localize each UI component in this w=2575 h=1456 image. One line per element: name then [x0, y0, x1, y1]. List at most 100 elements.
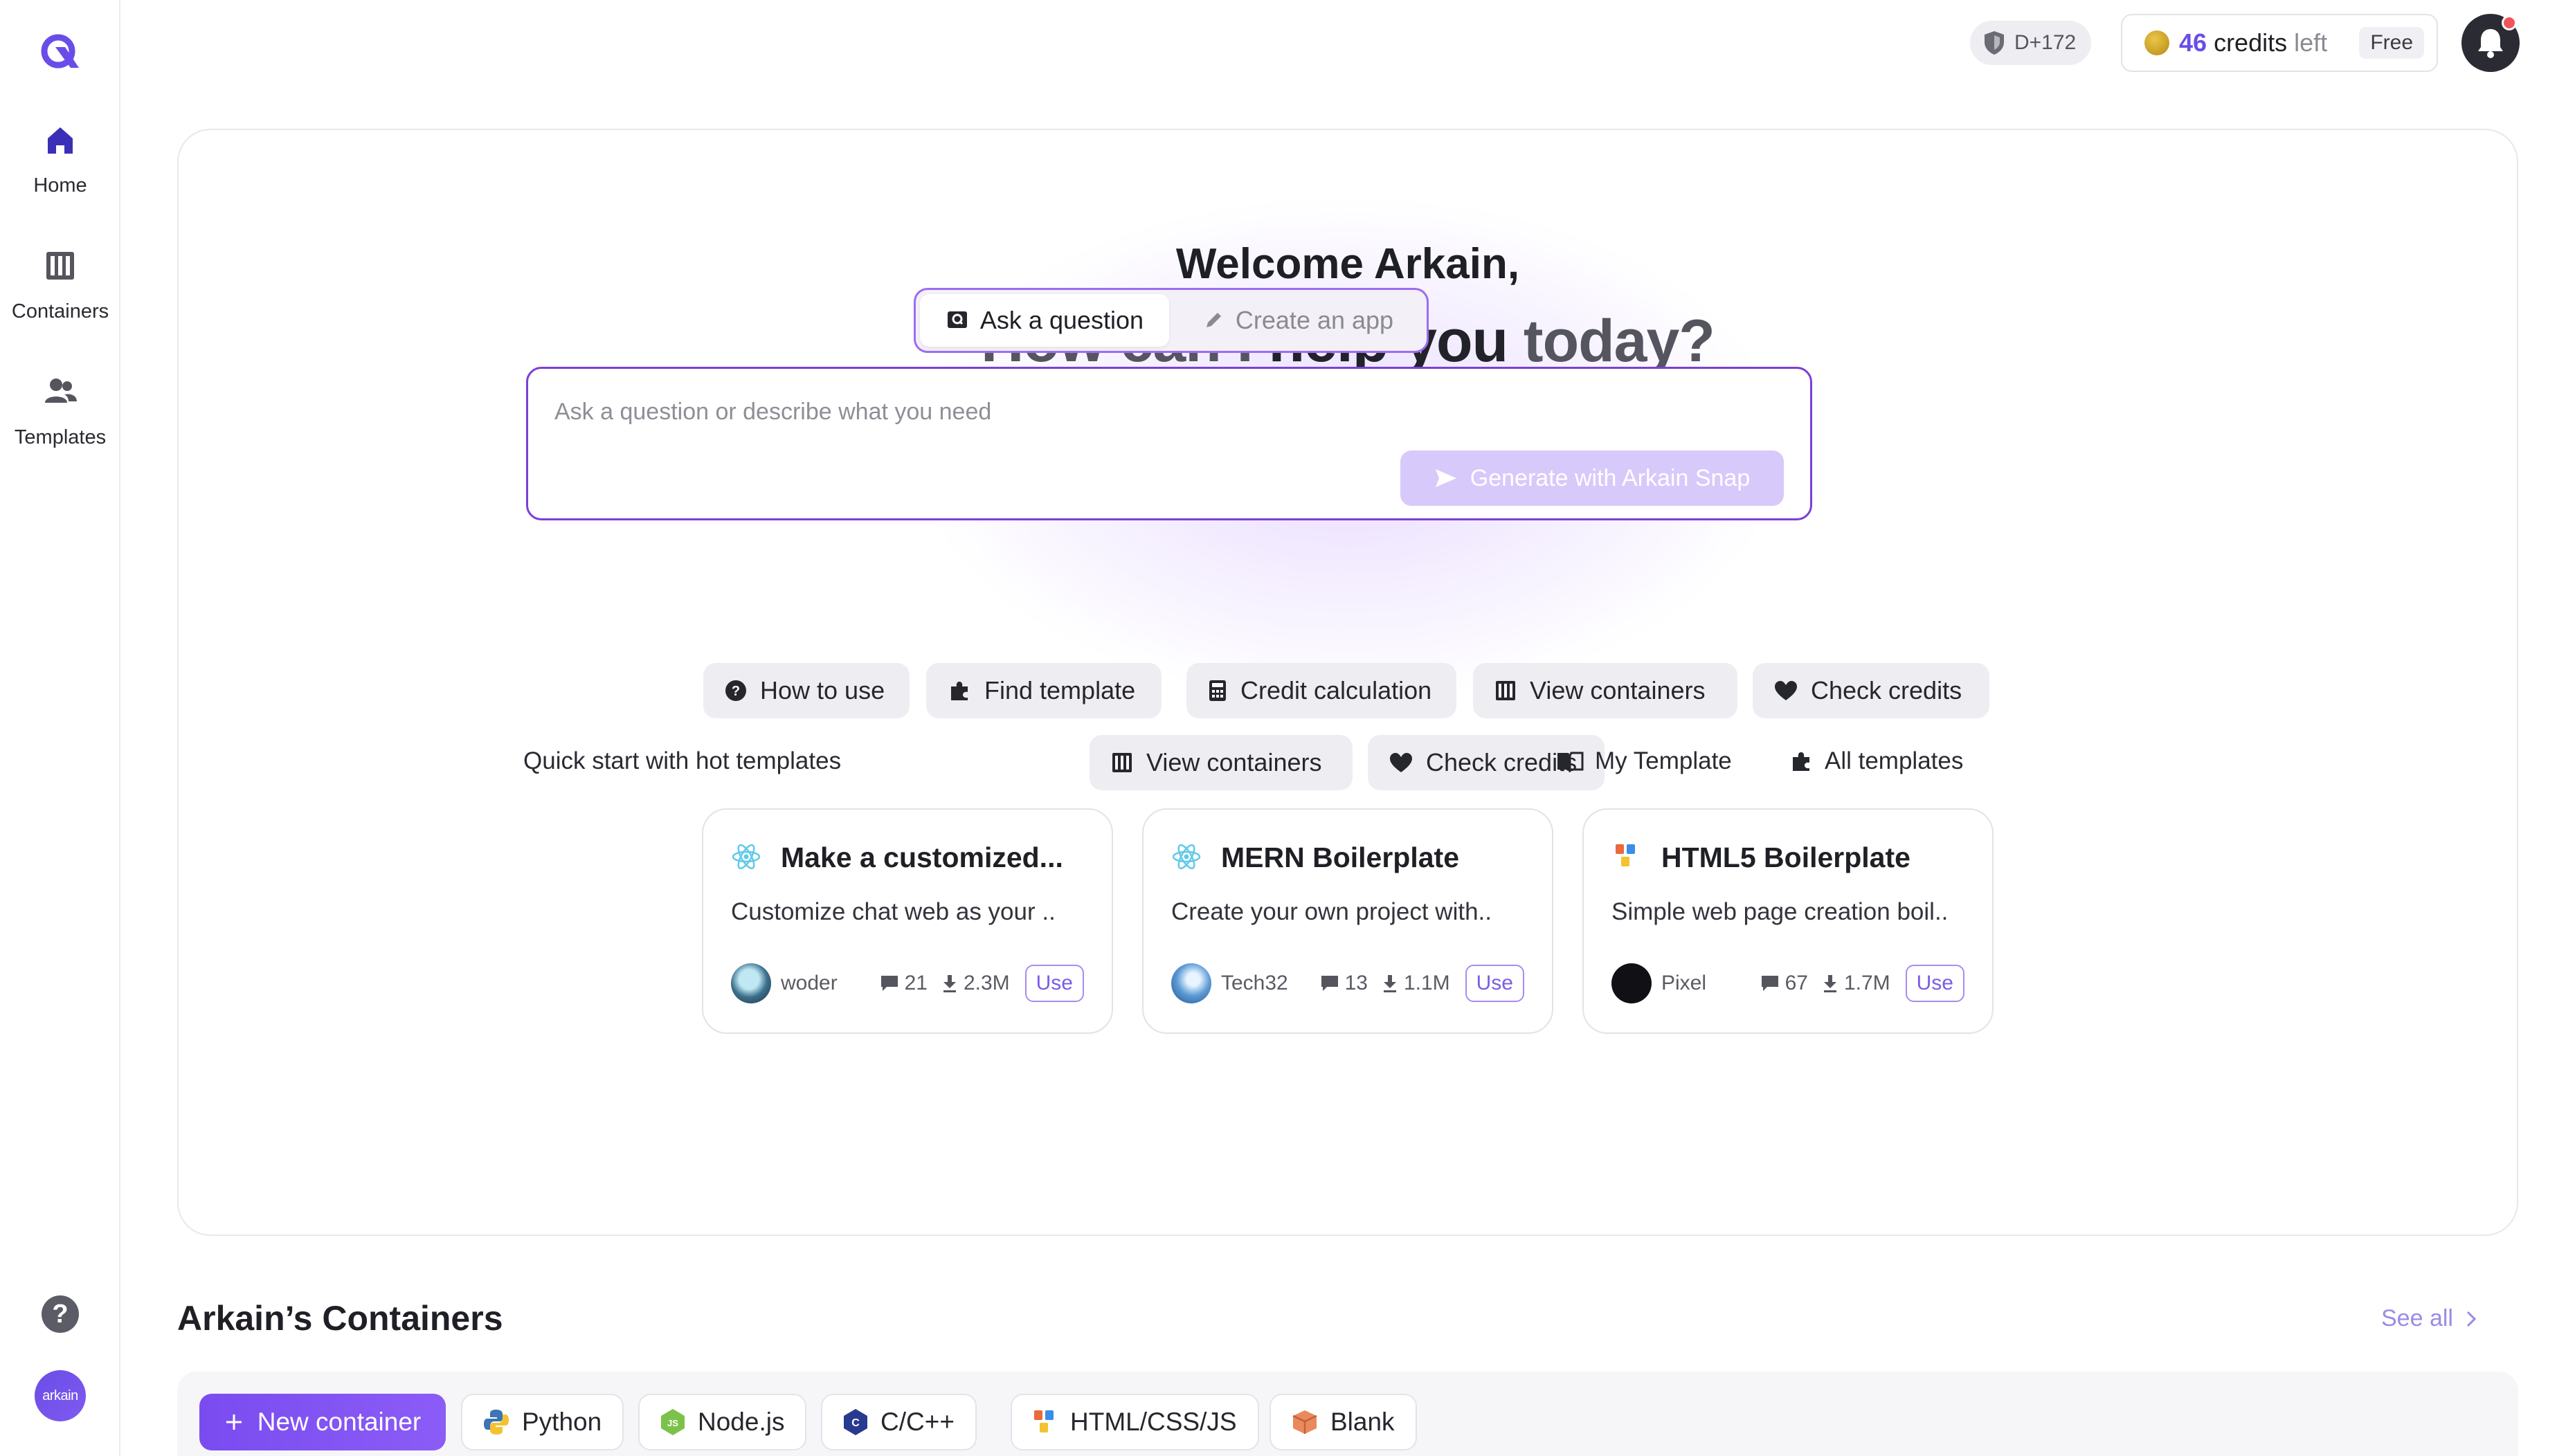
container-lang-label: Node.js [698, 1408, 785, 1436]
svg-text:JS: JS [667, 1418, 678, 1428]
plus-icon [226, 1414, 242, 1430]
new-container-label: New container [257, 1408, 422, 1436]
quick-start-title: Quick start with hot templates [523, 747, 842, 774]
comments-count: 21 [904, 972, 928, 994]
puzzle-icon [951, 682, 968, 700]
containers-icon [46, 252, 74, 280]
box-icon [1292, 1410, 1317, 1434]
use-template-button[interactable]: Use [1024, 965, 1084, 1002]
use-template-button[interactable]: Use [1905, 965, 1964, 1002]
author-avatar [1171, 963, 1211, 1003]
help-icon[interactable]: ? [42, 1295, 79, 1333]
html-css-js-icon [1034, 1410, 1054, 1432]
nodejs-icon: JS [661, 1409, 685, 1435]
new-container-button[interactable]: New container [199, 1394, 446, 1450]
avatar[interactable]: arkain [35, 1370, 86, 1421]
comment-icon [1321, 976, 1338, 991]
use-template-button[interactable]: Use [1465, 965, 1524, 1002]
template-desc: Customize chat web as your .. [731, 898, 1056, 925]
chip-label: Find template [984, 676, 1136, 704]
chip-check-credits[interactable]: Check credits [1753, 663, 1989, 718]
python-icon [484, 1410, 509, 1435]
template-meta: Pixel 67 1.7M Use [1611, 963, 1964, 1003]
html-css-js-icon [1616, 844, 1635, 866]
template-title: HTML5 Boilerplate [1661, 841, 1910, 873]
headline-part: today? [1508, 308, 1715, 374]
all-templates-label: All templates [1825, 747, 1964, 774]
ask-input[interactable] [554, 391, 1731, 433]
tab-create-app[interactable]: Create an app [1173, 294, 1422, 347]
chip-how-to-use[interactable]: ? How to use [703, 663, 910, 718]
chip-label: Check credits [1426, 748, 1578, 776]
chip-credit-calculation[interactable]: Credit calculation [1186, 663, 1456, 718]
plan-badge: Free [2359, 27, 2424, 59]
book-icon [1557, 752, 1584, 772]
tab-label: Create an app [1235, 306, 1394, 334]
comments-stat: 13 [1320, 972, 1368, 995]
credits-indicator[interactable]: 46 credits left Free [2121, 14, 2438, 72]
downloads-stat: 2.3M [941, 972, 1010, 995]
template-card[interactable]: MERN Boilerplate Create your own project… [1142, 808, 1553, 1034]
containers-icon [1112, 753, 1132, 772]
downloads-count: 2.3M [963, 972, 1010, 994]
tab-ask-question[interactable]: Ask a question [920, 294, 1169, 347]
container-lang-label: Python [522, 1408, 602, 1436]
tab-label: Ask a question [979, 306, 1144, 334]
author-name: Pixel [1661, 972, 1707, 994]
generate-button[interactable]: Generate with Arkain Snap [1400, 451, 1784, 506]
cpp-icon: C [844, 1409, 867, 1435]
home-icon [48, 127, 73, 154]
comments-count: 13 [1344, 972, 1368, 994]
sidebar-item-containers[interactable]: Containers [0, 246, 120, 323]
containers-icon [1496, 681, 1515, 700]
container-blank-button[interactable]: Blank [1270, 1394, 1417, 1450]
containers-section-title: Arkain’s Containers [177, 1299, 503, 1338]
credits-left-word: left [2294, 28, 2328, 57]
author-avatar [731, 963, 771, 1003]
template-desc: Simple web page creation boil.. [1611, 898, 1949, 925]
all-templates-link[interactable]: All templates [1789, 747, 1963, 775]
container-nodejs-button[interactable]: JS Node.js [638, 1394, 807, 1450]
arkain-logo-icon[interactable] [35, 26, 86, 78]
notification-dot [2502, 15, 2517, 30]
question-circle-icon: ? [725, 680, 746, 701]
downloads-count: 1.1M [1403, 972, 1450, 994]
heart-icon [1390, 753, 1412, 772]
see-all-link[interactable]: See all [2381, 1305, 2477, 1332]
welcome-text: Welcome Arkain, [1175, 240, 1520, 288]
chip-label: View containers [1530, 676, 1706, 704]
chevron-right-icon [2466, 1311, 2477, 1327]
chip-label: Credit calculation [1240, 676, 1432, 704]
template-card[interactable]: HTML5 Boilerplate Simple web page creati… [1582, 808, 1994, 1034]
credits-value: 46 [2179, 28, 2207, 57]
streak-badge-label: D+172 [2014, 31, 2077, 54]
download-icon [1823, 975, 1836, 992]
chip-view-containers[interactable]: View containers [1090, 735, 1353, 790]
container-cpp-button[interactable]: C C/C++ [821, 1394, 977, 1450]
downloads-stat: 1.1M [1382, 972, 1450, 995]
template-card[interactable]: Make a customized... Customize chat web … [702, 808, 1113, 1034]
download-icon [1383, 975, 1396, 992]
notifications-button[interactable] [2461, 14, 2520, 72]
sidebar-item-home[interactable]: Home [0, 120, 120, 197]
chip-label: View containers [1146, 748, 1322, 776]
container-html-button[interactable]: HTML/CSS/JS [1011, 1394, 1259, 1450]
react-icon [732, 844, 761, 870]
container-lang-label: HTML/CSS/JS [1070, 1408, 1237, 1436]
download-icon [943, 975, 956, 992]
container-python-button[interactable]: Python [461, 1394, 624, 1450]
sidebar-item-templates[interactable]: Templates [0, 372, 120, 449]
author-name: woder [781, 972, 838, 994]
streak-badge[interactable]: D+172 [1970, 21, 2092, 65]
react-icon [1172, 844, 1201, 870]
downloads-count: 1.7M [1843, 972, 1890, 994]
comment-icon [1761, 976, 1778, 991]
credits-word: credits [2214, 28, 2288, 57]
sidebar-item-label: Containers [11, 300, 109, 322]
template-title: Make a customized... [781, 841, 1063, 873]
my-template-link[interactable]: My Template [1556, 747, 1732, 775]
chip-view-containers[interactable]: View containers [1473, 663, 1737, 718]
chip-find-template[interactable]: Find template [926, 663, 1162, 718]
svg-text:C: C [851, 1417, 860, 1429]
mode-toggle: Ask a question Create an app [914, 288, 1429, 353]
